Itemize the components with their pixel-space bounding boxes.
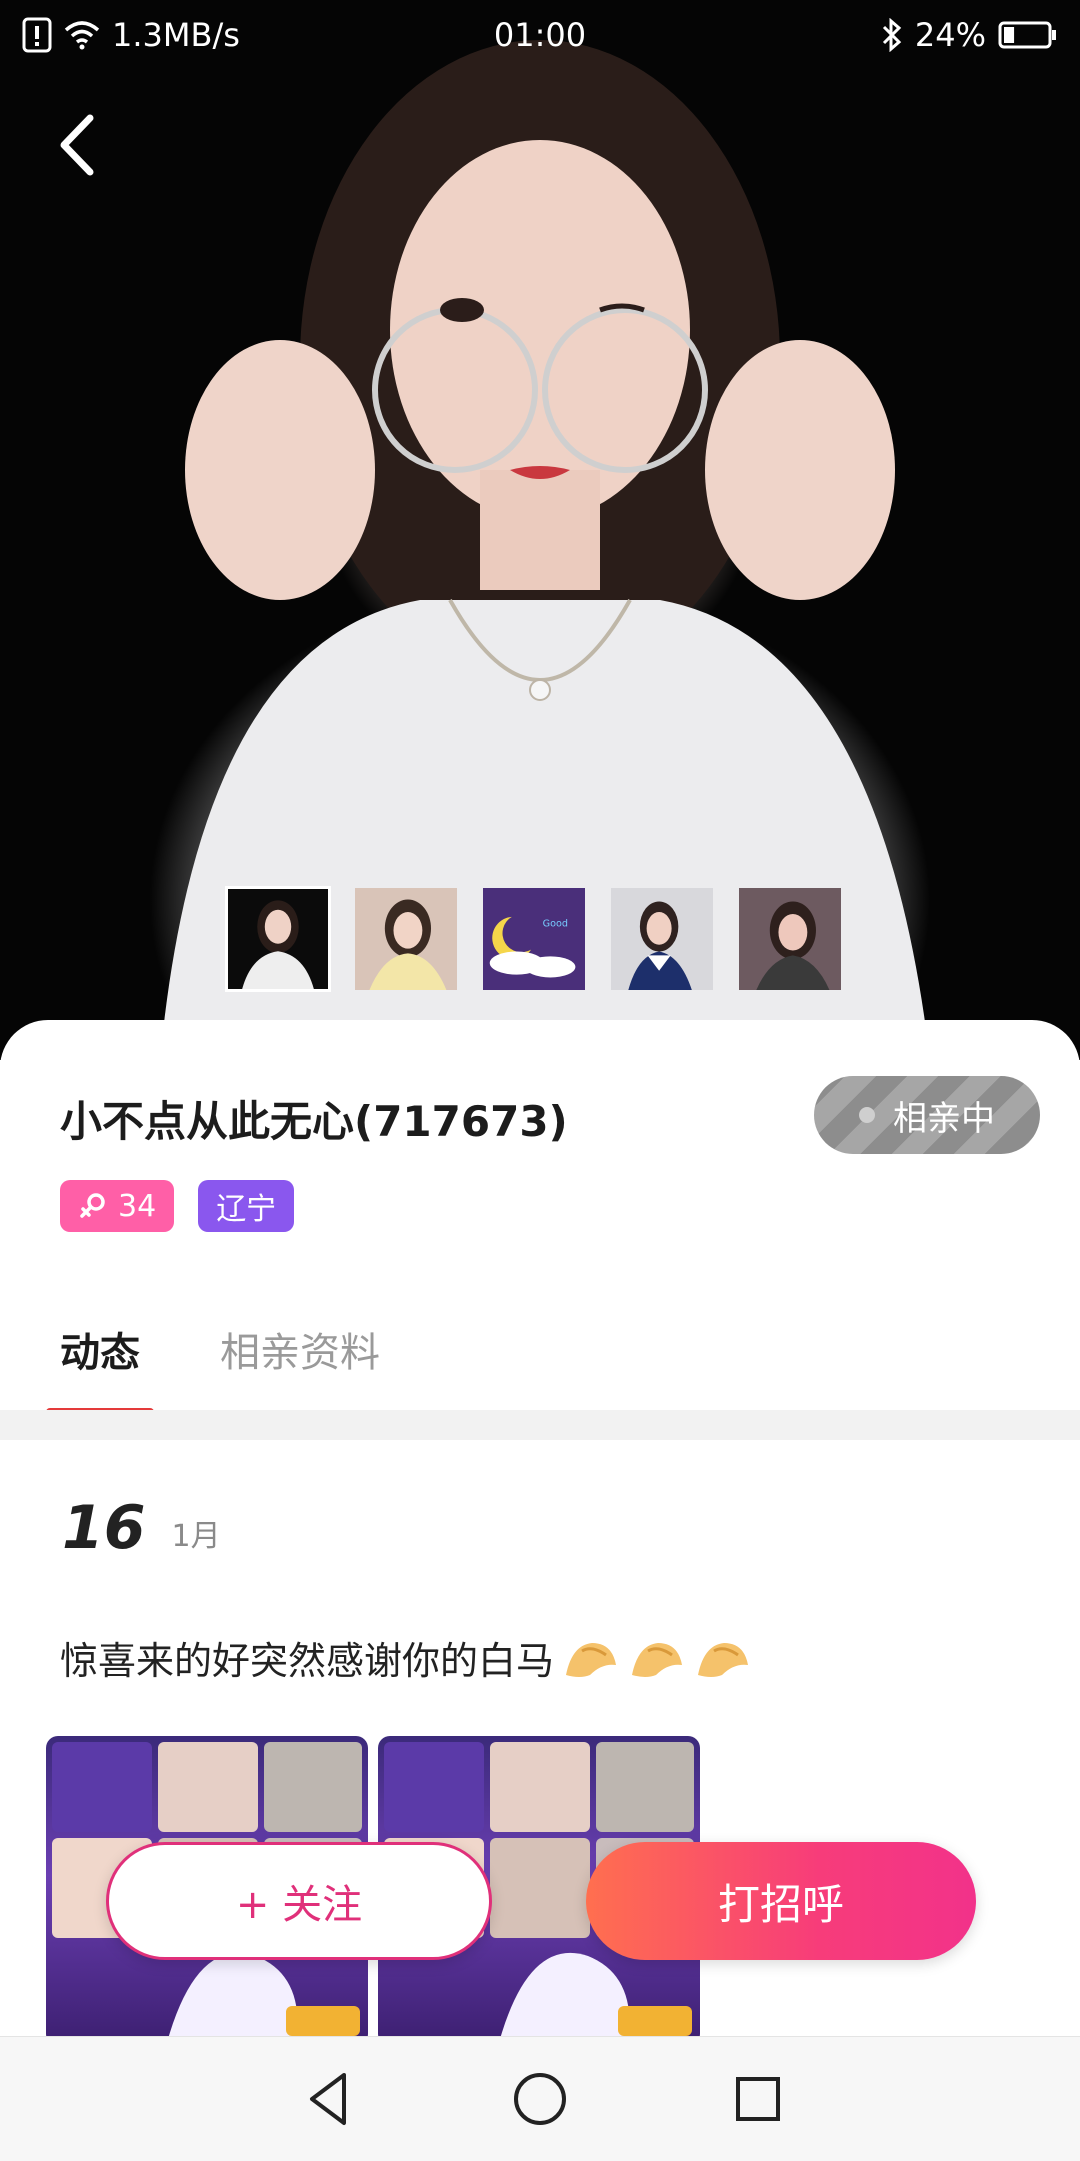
photo-thumbnail[interactable] xyxy=(353,886,459,992)
follow-button[interactable]: + 关注 xyxy=(106,1842,492,1960)
tab-moments[interactable]: 动态 xyxy=(46,1320,154,1420)
profile-tabs: 动态 相亲资料 xyxy=(46,1320,380,1420)
post-date: 16 1月 xyxy=(62,1498,221,1558)
photo-thumbnail[interactable] xyxy=(737,886,843,992)
nav-home-button[interactable] xyxy=(508,2067,572,2131)
battery-percent: 24% xyxy=(914,16,986,54)
profile-tags: 34 辽宁 xyxy=(60,1180,295,1232)
location-value: 辽宁 xyxy=(216,1192,277,1227)
square-recents-icon xyxy=(736,2077,780,2121)
follow-label: + 关注 xyxy=(235,1882,363,1928)
svg-text:Good: Good xyxy=(543,918,568,929)
clap-icon xyxy=(566,1642,617,1677)
status-time: 01:00 xyxy=(493,16,587,54)
photo-thumbnail[interactable]: Good xyxy=(481,886,587,992)
post-content: 惊喜来的好突然感谢你的白马 xyxy=(60,1630,752,1685)
greet-label: 打招呼 xyxy=(717,1879,844,1929)
age-tag: 34 xyxy=(60,1180,175,1232)
section-divider xyxy=(0,1410,1080,1440)
photo-thumbnail[interactable] xyxy=(609,886,715,992)
battery-icon xyxy=(998,20,1058,50)
profile-photo-hero[interactable]: 1.3MB/s 01:00 24% Good xyxy=(0,0,1080,1060)
status-text: 相亲中 xyxy=(893,1098,995,1139)
tab-label: 相亲资料 xyxy=(220,1330,380,1376)
status-badge: 相亲中 xyxy=(814,1076,1040,1154)
nav-back-button[interactable] xyxy=(298,2067,362,2131)
age-value: 34 xyxy=(118,1188,157,1224)
status-bar: 1.3MB/s 01:00 24% xyxy=(0,0,1080,72)
nickname: 小不点从此无心(717673) xyxy=(60,1097,568,1146)
circle-home-icon xyxy=(514,2073,566,2125)
clap-icon xyxy=(698,1642,749,1677)
chevron-left-icon xyxy=(60,114,94,176)
greet-button[interactable]: 打招呼 xyxy=(586,1842,976,1960)
female-icon xyxy=(78,1191,108,1221)
status-dot-icon xyxy=(859,1107,875,1123)
post-day: 16 xyxy=(62,1493,146,1563)
photo-thumbnails: Good xyxy=(225,886,843,992)
back-button[interactable] xyxy=(50,110,110,180)
tab-label: 动态 xyxy=(60,1330,140,1376)
location-tag: 辽宁 xyxy=(198,1180,295,1232)
tab-dating-profile[interactable]: 相亲资料 xyxy=(220,1320,380,1420)
post-month: 1月 xyxy=(171,1519,221,1554)
bluetooth-icon xyxy=(881,18,903,52)
system-nav-bar xyxy=(0,2036,1080,2161)
photo-thumbnail[interactable] xyxy=(225,886,331,992)
triangle-back-icon xyxy=(310,2073,346,2125)
nav-recents-button[interactable] xyxy=(726,2067,790,2131)
clap-icon xyxy=(632,1642,683,1677)
post-text: 惊喜来的好突然感谢你的白马 xyxy=(60,1639,555,1683)
